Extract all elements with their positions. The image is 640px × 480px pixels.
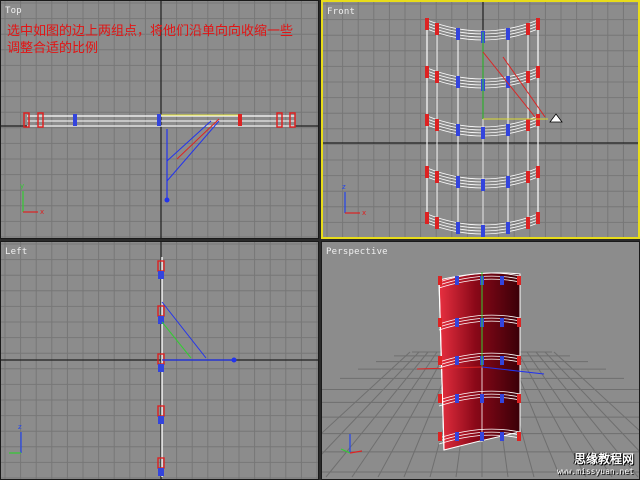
viewport-label-front[interactable]: Front bbox=[327, 7, 355, 17]
viewport-perspective[interactable]: Perspective bbox=[321, 241, 640, 480]
instruction-line-2: 调整合适的比例 bbox=[7, 41, 99, 56]
left-viewport-canvas[interactable]: z bbox=[1, 242, 319, 480]
top-axis-tripod-icon: y x bbox=[20, 182, 44, 216]
instruction-annotation: 选中如图的边上两组点，将他们沿单向向收缩一些 调整合适的比例 bbox=[7, 23, 293, 57]
viewport-label-left[interactable]: Left bbox=[5, 247, 27, 257]
svg-text:x: x bbox=[40, 208, 44, 216]
svg-text:z: z bbox=[342, 183, 346, 191]
site-watermark: 思缘教程网 www.missyuan.net bbox=[557, 450, 634, 476]
viewport-label-top[interactable]: Top bbox=[5, 6, 22, 16]
viewport-top[interactable]: Top 选中如图的边上两组点，将他们沿单向向收缩一些 调整合适的比例 y x bbox=[0, 0, 319, 239]
front-move-gizmo bbox=[482, 32, 563, 123]
left-axis-tripod-icon: z bbox=[9, 423, 22, 454]
front-axis-tripod-icon: z x bbox=[342, 183, 366, 217]
svg-text:y: y bbox=[20, 182, 24, 190]
svg-text:x: x bbox=[362, 209, 366, 217]
front-viewport-canvas[interactable]: z x bbox=[323, 2, 638, 237]
perspective-viewport-canvas[interactable] bbox=[322, 242, 640, 480]
viewport-front[interactable]: Front z x bbox=[321, 0, 640, 239]
instruction-line-1: 选中如图的边上两组点，将他们沿单向向收缩一些 bbox=[7, 24, 294, 39]
perspective-object bbox=[438, 272, 521, 451]
watermark-url: www.missyuan.net bbox=[556, 467, 634, 476]
svg-text:z: z bbox=[18, 423, 22, 431]
viewport-left[interactable]: Left z bbox=[0, 241, 319, 480]
viewport-label-perspective[interactable]: Perspective bbox=[326, 247, 388, 257]
watermark-title: 思缘教程网 bbox=[573, 452, 634, 466]
